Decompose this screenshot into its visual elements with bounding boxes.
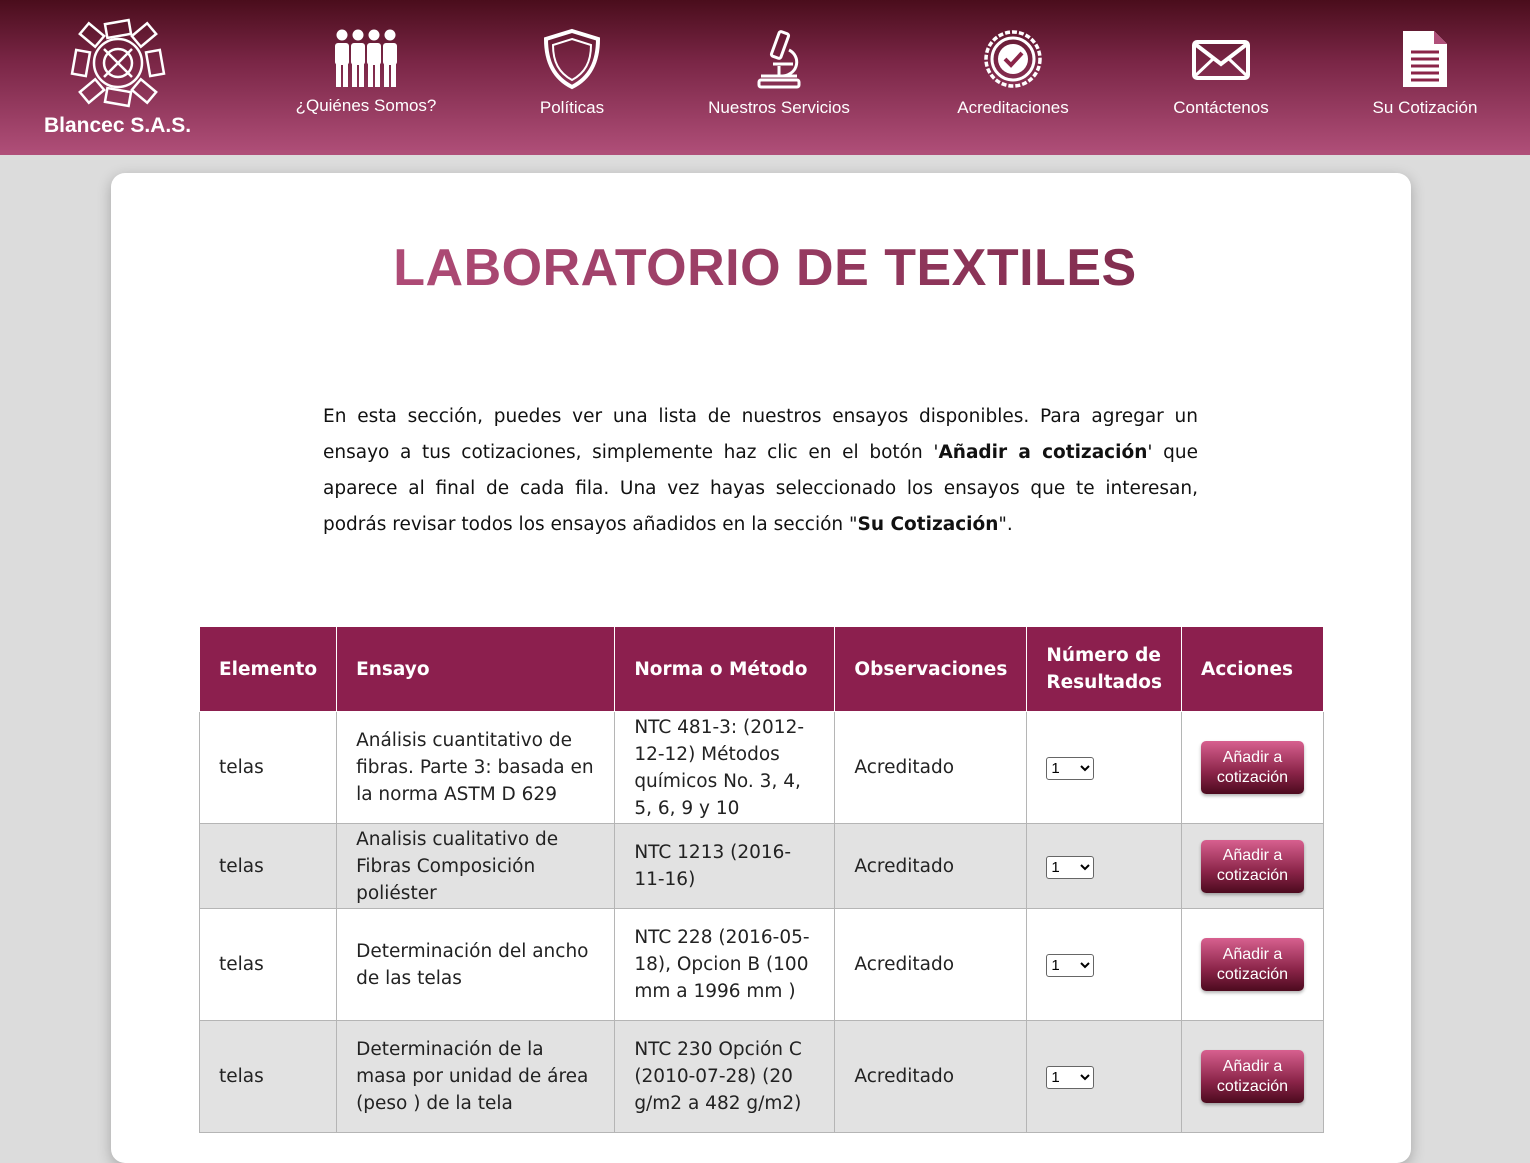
nav-contactenos[interactable]: Contáctenos [1121, 28, 1321, 118]
table-row: telas Analisis cualitativo de Fibras Com… [198, 823, 1324, 909]
cell-ensayo: Analisis cualitativo de Fibras Composici… [336, 823, 616, 909]
add-to-quote-button[interactable]: Añadir a cotización [1201, 1050, 1304, 1103]
nav-acreditaciones[interactable]: Acreditaciones [913, 28, 1113, 118]
cell-ensayo: Determinación de la masa por unidad de á… [336, 1020, 616, 1133]
nav-quienes-somos[interactable]: ¿Quiénes Somos? [266, 28, 466, 116]
column-header-acciones: Acciones [1181, 626, 1324, 712]
add-to-quote-button[interactable]: Añadir a cotización [1201, 741, 1304, 794]
cell-resultados: 1 [1026, 823, 1182, 909]
services-table: Elemento Ensayo Norma o Método Observaci… [198, 626, 1324, 1133]
intro-paragraph: En esta sección, puedes ver una lista de… [323, 399, 1198, 543]
brand-name: Blancec S.A.S. [43, 114, 192, 137]
cell-acciones: Añadir a cotización [1181, 823, 1324, 909]
table-header-row: Elemento Ensayo Norma o Método Observaci… [198, 626, 1324, 712]
cell-elemento: telas [198, 823, 338, 909]
cell-observaciones: Acreditado [834, 908, 1028, 1021]
cell-acciones: Añadir a cotización [1181, 1020, 1324, 1133]
intro-text: ". [998, 514, 1013, 535]
cell-observaciones: Acreditado [834, 823, 1028, 909]
top-navigation-bar: Blancec S.A.S. ¿Quiénes Somos? Políticas [0, 0, 1530, 155]
cell-observaciones: Acreditado [834, 1020, 1028, 1133]
cell-norma: NTC 230 Opción C (2010-07-28) (20 g/m2 a… [614, 1020, 836, 1133]
nav-label: Su Cotización [1372, 98, 1478, 117]
nav-su-cotizacion[interactable]: Su Cotización [1325, 28, 1525, 118]
nav-nuestros-servicios[interactable]: Nuestros Servicios [679, 28, 879, 118]
column-header-observaciones: Observaciones [834, 626, 1028, 712]
cell-acciones: Añadir a cotización [1181, 711, 1324, 824]
column-header-norma: Norma o Método [614, 626, 836, 712]
nav-label: ¿Quiénes Somos? [295, 96, 437, 115]
table-row: telas Determinación de la masa por unida… [198, 1020, 1324, 1133]
cell-ensayo: Determinación del ancho de las telas [336, 908, 616, 1021]
cell-norma: NTC 1213 (2016-11-16) [614, 823, 836, 909]
document-icon [1403, 31, 1447, 87]
column-header-resultados: Número de Resultados [1026, 626, 1182, 712]
cell-norma: NTC 481-3: (2012-12-12) Métodos químicos… [614, 711, 836, 824]
cell-observaciones: Acreditado [834, 711, 1028, 824]
nav-politicas[interactable]: Políticas [472, 28, 672, 118]
cell-elemento: telas [198, 908, 338, 1021]
shield-icon [543, 28, 601, 90]
check-seal-icon [984, 30, 1042, 88]
cell-norma: NTC 228 (2016-05-18), Opcion B (100 mm a… [614, 908, 836, 1021]
cell-resultados: 1 [1026, 908, 1182, 1021]
cell-resultados: 1 [1026, 1020, 1182, 1133]
resultados-select[interactable]: 1 [1046, 855, 1095, 879]
nav-label: Acreditaciones [957, 98, 1069, 117]
cell-acciones: Añadir a cotización [1181, 908, 1324, 1021]
microscope-icon [757, 30, 801, 89]
intro-bold-add: Añadir a cotización [938, 442, 1148, 463]
intro-bold-quote: Su Cotización [857, 514, 999, 535]
table-row: telas Análisis cuantitativo de fibras. P… [198, 711, 1324, 824]
nav-label: Contáctenos [1173, 98, 1269, 117]
table-row: telas Determinación del ancho de las tel… [198, 908, 1324, 1021]
resultados-select[interactable]: 1 [1046, 757, 1095, 780]
cell-elemento: telas [198, 1020, 338, 1133]
add-to-quote-button[interactable]: Añadir a cotización [1201, 839, 1304, 893]
cell-ensayo: Análisis cuantitativo de fibras. Parte 3… [336, 711, 616, 824]
resultados-select[interactable]: 1 [1046, 954, 1095, 977]
cell-resultados: 1 [1026, 711, 1182, 824]
nav-label: Nuestros Servicios [708, 98, 850, 117]
brand-logo-link[interactable]: Blancec S.A.S. [30, 18, 205, 138]
envelope-icon [1192, 40, 1250, 80]
nav-label: Políticas [539, 98, 605, 117]
page-title: LABORATORIO DE TEXTILES [0, 238, 1530, 298]
resultados-select[interactable]: 1 [1046, 1066, 1095, 1089]
people-icon [335, 29, 397, 87]
add-to-quote-button[interactable]: Añadir a cotización [1201, 938, 1304, 991]
company-logo-icon [70, 18, 165, 108]
cell-elemento: telas [198, 711, 338, 824]
column-header-elemento: Elemento [198, 626, 338, 712]
column-header-ensayo: Ensayo [336, 626, 616, 712]
